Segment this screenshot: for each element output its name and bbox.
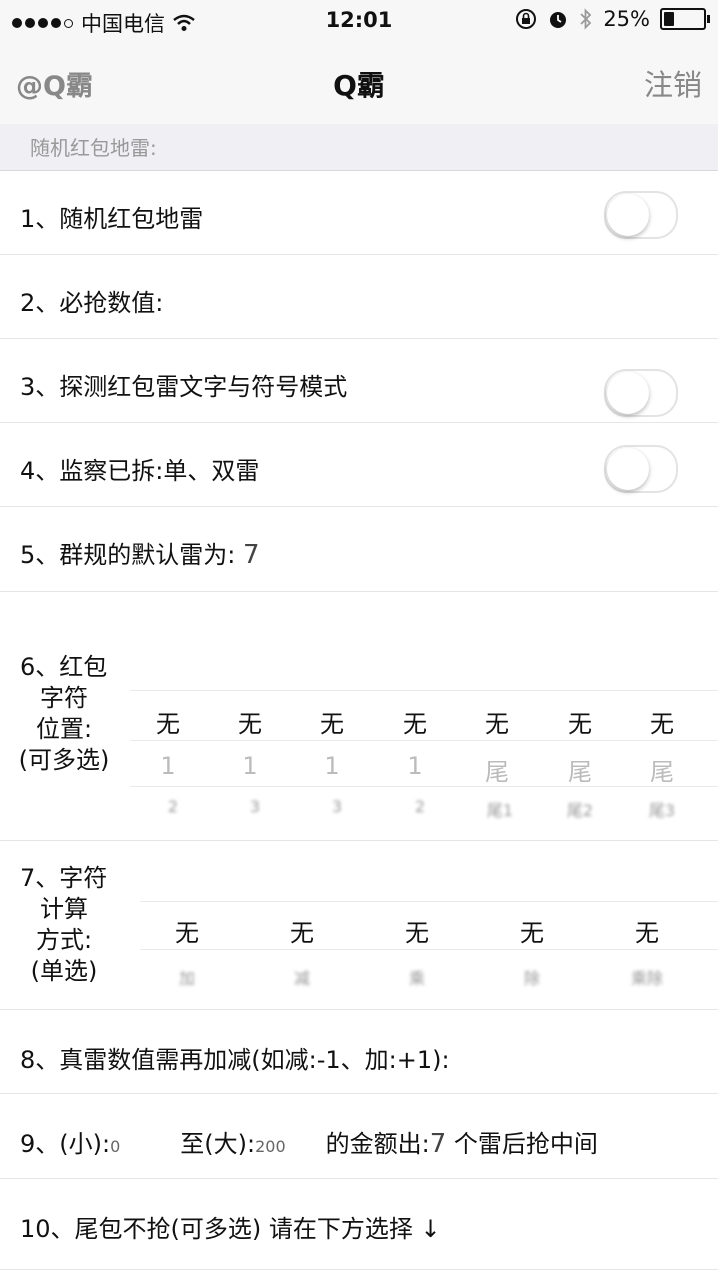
toggle-knob (607, 372, 649, 414)
position-option-mid[interactable]: 1 (138, 752, 198, 780)
setting-label: 8、真雷数值需再加减(如减:-1、加:+1): (20, 1046, 450, 1074)
calc-option-bottom[interactable]: 乘 (387, 965, 447, 989)
setting-label: 4、监察已拆:单、双雷 (20, 457, 260, 485)
max-amount-input[interactable]: 200 (255, 1137, 286, 1156)
position-option-top[interactable]: 无 (632, 704, 692, 739)
logout-button[interactable]: 注销 (644, 62, 702, 104)
position-option-mid[interactable]: 1 (220, 752, 280, 780)
tail-skip-label: 10、尾包不抢(可多选) 请在下方选择 (20, 1215, 413, 1243)
page-title: Q霸 (333, 69, 385, 102)
calc-option-top[interactable]: 无 (502, 913, 562, 948)
setting-row-default-mine: 5、群规的默认雷为: 7 (0, 507, 718, 592)
position-grid: 6、红包 字符 位置: (可多选) 无 无 无 无 无 无 无 1 1 1 1 … (0, 592, 718, 841)
setting-row-random-mine: 1、随机红包地雷 (0, 171, 718, 255)
position-option-mid[interactable]: 1 (302, 752, 362, 780)
default-mine-value[interactable]: 7 (243, 540, 260, 570)
navigation-bar: @Q霸 Q霸 注销 (0, 40, 718, 125)
monitor-opened-toggle[interactable] (604, 445, 678, 493)
alarm-icon (550, 12, 567, 28)
tail-skip-line: 10、尾包不抢(可多选) 请在下方选择 ↓ (20, 1209, 441, 1244)
calc-option-bottom[interactable]: 加 (157, 965, 217, 989)
calc-option-top[interactable]: 无 (157, 913, 217, 948)
status-bar: 中国电信 12:01 25% (0, 0, 718, 40)
amount-range-line: 9、(小):0 至(大):200 的金额出:7 个雷后抢中间 (20, 1124, 598, 1159)
position-option-mid[interactable]: 尾 (632, 752, 692, 787)
calc-option-bottom[interactable]: 减 (272, 965, 332, 989)
mine-count-input[interactable]: 7 (430, 1129, 447, 1159)
position-option-top[interactable]: 无 (220, 704, 280, 739)
position-option-mid[interactable]: 尾 (467, 752, 527, 787)
position-option-top[interactable]: 无 (385, 704, 445, 739)
setting-row-must-grab: 2、必抢数值: (0, 255, 718, 339)
setting-row-amount-range: 9、(小):0 至(大):200 的金额出:7 个雷后抢中间 (0, 1094, 718, 1179)
min-label: 9、(小): (20, 1130, 111, 1158)
position-option-mid[interactable]: 尾 (550, 752, 610, 787)
setting-label: 1、随机红包地雷 (20, 205, 204, 233)
position-option-top[interactable]: 无 (550, 704, 610, 739)
calc-grid-label: 7、字符 计算 方式: (单选) (20, 864, 108, 985)
calc-option-top[interactable]: 无 (617, 913, 677, 948)
calc-option-bottom[interactable]: 除 (502, 965, 562, 989)
position-option-bottom[interactable]: 3 (307, 797, 367, 816)
position-option-mid[interactable]: 1 (385, 752, 445, 780)
setting-row-detect-mode: 3、探测红包雷文字与符号模式 (0, 339, 718, 423)
position-option-bottom[interactable]: 2 (143, 797, 203, 816)
calc-option-top[interactable]: 无 (272, 913, 332, 948)
position-option-bottom[interactable]: 3 (225, 797, 285, 816)
position-option-top[interactable]: 无 (138, 704, 198, 739)
calc-grid: 7、字符 计算 方式: (单选) 无 无 无 无 无 加 减 乘 除 乘除 (0, 841, 718, 1010)
battery-icon (660, 8, 710, 30)
amount-suffix-a: 的金额出: (325, 1130, 430, 1158)
toggle-knob (607, 194, 649, 236)
max-label: 至(大): (180, 1130, 256, 1158)
calc-option-bottom[interactable]: 乘除 (617, 965, 677, 989)
orientation-lock-icon (516, 9, 537, 29)
random-mine-toggle[interactable] (604, 191, 678, 239)
position-option-bottom[interactable]: 尾2 (550, 797, 610, 821)
status-right: 25% (515, 7, 710, 31)
setting-row-adjust[interactable]: 8、真雷数值需再加减(如减:-1、加:+1): (0, 1010, 718, 1094)
bluetooth-icon (580, 8, 592, 30)
setting-label: 2、必抢数值: (20, 289, 164, 317)
amount-suffix-b: 个雷后抢中间 (453, 1130, 598, 1158)
setting-row-monitor-opened: 4、监察已拆:单、双雷 (0, 423, 718, 507)
position-option-bottom[interactable]: 尾3 (632, 797, 692, 821)
setting-label: 3、探测红包雷文字与符号模式 (20, 373, 348, 401)
position-option-top[interactable]: 无 (302, 704, 362, 739)
position-grid-label: 6、红包 字符 位置: (可多选) (18, 653, 110, 774)
setting-label: 5、群规的默认雷为: 7 (20, 535, 260, 570)
calc-option-top[interactable]: 无 (387, 913, 447, 948)
min-amount-input[interactable]: 0 (110, 1137, 120, 1156)
battery-percent: 25% (603, 7, 650, 31)
detect-mode-toggle[interactable] (604, 369, 678, 417)
position-option-top[interactable]: 无 (467, 704, 527, 739)
toggle-knob (607, 448, 649, 490)
position-option-bottom[interactable]: 2 (390, 797, 450, 816)
default-mine-label: 5、群规的默认雷为: (20, 541, 236, 569)
section-header: 随机红包地雷: (0, 124, 718, 171)
position-option-bottom[interactable]: 尾1 (470, 797, 530, 821)
setting-row-tail-skip: 10、尾包不抢(可多选) 请在下方选择 ↓ (0, 1179, 718, 1270)
section-header-label: 随机红包地雷: (30, 136, 157, 160)
arrow-down-icon: ↓ (420, 1215, 441, 1243)
